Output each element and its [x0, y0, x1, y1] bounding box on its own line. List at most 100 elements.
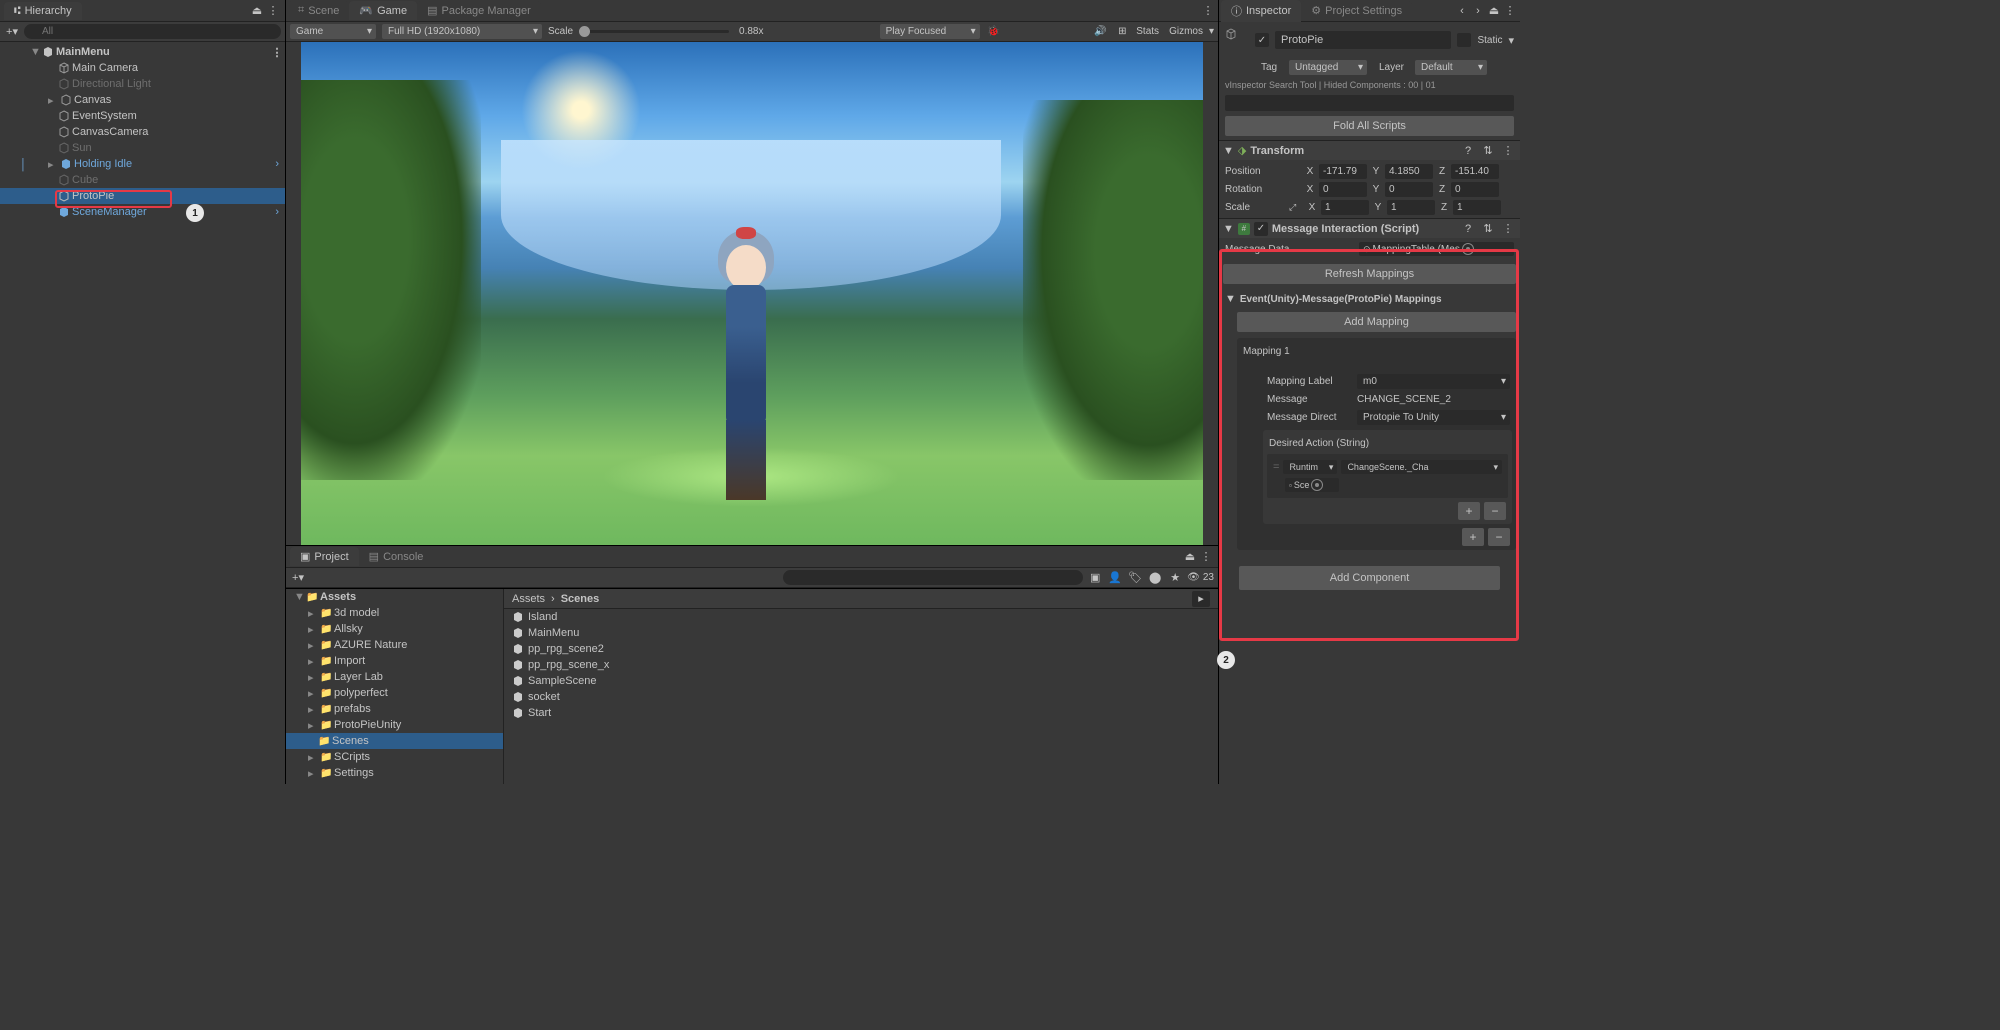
foldout-icon[interactable]: ▼: [30, 46, 40, 58]
breadcrumb-item[interactable]: Assets: [512, 593, 545, 605]
menu-icon[interactable]: ⋮: [1200, 3, 1216, 19]
link-icon[interactable]: ⤢: [1289, 202, 1303, 213]
lock-icon[interactable]: ⏏: [1486, 3, 1502, 19]
drag-handle-icon[interactable]: =: [1273, 461, 1279, 473]
gizmos-button[interactable]: Gizmos: [1169, 26, 1203, 37]
stats-button[interactable]: Stats: [1136, 26, 1159, 37]
lock-icon[interactable]: ⏏: [249, 3, 265, 19]
rot-z[interactable]: [1451, 182, 1499, 197]
scale-slider[interactable]: [579, 30, 729, 33]
console-tab[interactable]: ▤Console: [359, 547, 434, 566]
type-icon[interactable]: 👤: [1107, 570, 1123, 586]
folder-item[interactable]: ▸📁Allsky: [286, 621, 503, 637]
folder-item[interactable]: ▸📁Layer Lab: [286, 669, 503, 685]
menu-icon[interactable]: ⋮: [1500, 221, 1516, 237]
folder-item-selected[interactable]: 📁Scenes: [286, 733, 503, 749]
chevron-right-icon[interactable]: ›: [275, 158, 279, 170]
add-action-button[interactable]: +: [1458, 502, 1480, 520]
hierarchy-item[interactable]: Directional Light: [0, 76, 285, 92]
pos-z[interactable]: [1451, 164, 1499, 179]
pos-x[interactable]: [1319, 164, 1367, 179]
rot-y[interactable]: [1385, 182, 1433, 197]
folder-item[interactable]: ▸📁AZURE Nature: [286, 637, 503, 653]
hierarchy-item[interactable]: ▸Canvas: [0, 92, 285, 108]
asset-item[interactable]: socket: [504, 689, 1218, 705]
foldout-icon[interactable]: ▼: [1225, 293, 1236, 305]
remove-action-button[interactable]: −: [1484, 502, 1506, 520]
game-tab[interactable]: 🎮Game: [349, 1, 417, 20]
folder-item[interactable]: ▸📁3d model: [286, 605, 503, 621]
pos-y[interactable]: [1385, 164, 1433, 179]
menu-icon[interactable]: ⋮: [1198, 549, 1214, 565]
folder-item[interactable]: ▸📁prefabs: [286, 701, 503, 717]
play-mode-dropdown[interactable]: Play Focused: [880, 24, 980, 39]
add-component-button[interactable]: Add Component: [1239, 566, 1500, 590]
fold-scripts-button[interactable]: Fold All Scripts: [1225, 116, 1514, 136]
chevron-right-icon[interactable]: ›: [275, 206, 279, 218]
asset-item[interactable]: SampleScene: [504, 673, 1218, 689]
bug-icon[interactable]: 🐞: [986, 24, 1002, 40]
enabled-checkbox[interactable]: ✓: [1254, 222, 1268, 236]
scl-z[interactable]: [1453, 200, 1501, 215]
object-picker-icon[interactable]: [1311, 479, 1323, 491]
function-dropdown[interactable]: ChangeScene._Cha: [1341, 460, 1502, 474]
hierarchy-item[interactable]: CanvasCamera: [0, 124, 285, 140]
audio-icon[interactable]: 🔊: [1092, 24, 1108, 40]
object-picker-icon[interactable]: [1462, 243, 1474, 255]
rot-x[interactable]: [1319, 182, 1367, 197]
help-icon[interactable]: ?: [1460, 221, 1476, 237]
help-icon[interactable]: ?: [1460, 143, 1476, 159]
project-tab[interactable]: ▣Project: [290, 547, 359, 566]
menu-icon[interactable]: ⋮: [1500, 143, 1516, 159]
hierarchy-tab[interactable]: ⑆ Hierarchy: [4, 2, 82, 20]
foldout-icon[interactable]: ▼: [1223, 145, 1234, 157]
folder-item[interactable]: ▸📁SCripts: [286, 749, 503, 765]
scl-x[interactable]: [1321, 200, 1369, 215]
object-name-field[interactable]: [1275, 31, 1451, 49]
runtime-dropdown[interactable]: Runtim: [1283, 460, 1337, 474]
nav-fwd-icon[interactable]: ›: [1470, 3, 1486, 19]
foldout-icon[interactable]: ▼: [1223, 223, 1234, 235]
settings-tab[interactable]: ⚙Project Settings: [1301, 1, 1412, 20]
nav-back-icon[interactable]: ‹: [1454, 3, 1470, 19]
foldout-icon[interactable]: ▸: [48, 158, 58, 171]
hierarchy-item[interactable]: Sun: [0, 140, 285, 156]
breadcrumb-item[interactable]: Scenes: [561, 593, 600, 605]
hierarchy-search[interactable]: [24, 24, 281, 39]
remove-item-button[interactable]: −: [1488, 528, 1510, 546]
preset-icon[interactable]: ⇅: [1480, 143, 1496, 159]
scene-root[interactable]: ▼ MainMenu ⋮: [0, 44, 285, 60]
lock-icon[interactable]: ⏏: [1182, 549, 1198, 565]
folder-item[interactable]: ▸📁Import: [286, 653, 503, 669]
chevron-down-icon[interactable]: ▾: [1508, 34, 1514, 47]
scene-menu-icon[interactable]: ⋮: [269, 44, 285, 60]
mapping-label-dropdown[interactable]: m0: [1357, 374, 1510, 389]
asset-item[interactable]: pp_rpg_scene2: [504, 641, 1218, 657]
chevron-down-icon[interactable]: ▾: [1209, 26, 1214, 37]
scl-y[interactable]: [1387, 200, 1435, 215]
menu-icon[interactable]: ⋮: [1502, 3, 1518, 19]
display-dropdown[interactable]: Game: [290, 24, 376, 39]
layer-dropdown[interactable]: Default: [1415, 60, 1487, 75]
fav-icon[interactable]: ★: [1167, 570, 1183, 586]
inspector-tab[interactable]: ⓘInspector: [1221, 0, 1301, 22]
active-checkbox[interactable]: ✓: [1255, 33, 1269, 47]
scene-tab[interactable]: ⌗Scene: [288, 1, 349, 20]
folder-item[interactable]: ▸📁ProtoPieUnity: [286, 717, 503, 733]
menu-icon[interactable]: ⋮: [265, 3, 281, 19]
assets-root[interactable]: ▼📁Assets: [286, 589, 503, 605]
tag-dropdown[interactable]: Untagged: [1289, 60, 1367, 75]
asset-item[interactable]: Island: [504, 609, 1218, 625]
asset-item[interactable]: Start: [504, 705, 1218, 721]
label-icon[interactable]: 🏷: [1127, 570, 1143, 586]
hierarchy-item[interactable]: ▸Holding Idle›: [0, 156, 285, 172]
msg-data-field[interactable]: ⊙MappingTable (Mes: [1359, 242, 1514, 256]
hierarchy-item[interactable]: SceneManager›: [0, 204, 285, 220]
grid-icon[interactable]: ⊞: [1114, 24, 1130, 40]
add-icon[interactable]: +▾: [290, 570, 306, 586]
package-tab[interactable]: ▤Package Manager: [417, 1, 541, 20]
resolution-dropdown[interactable]: Full HD (1920x1080): [382, 24, 542, 39]
add-mapping-button[interactable]: Add Mapping: [1237, 312, 1516, 332]
direction-dropdown[interactable]: Protopie To Unity: [1357, 410, 1510, 425]
error-icon[interactable]: ⬤: [1147, 570, 1163, 586]
